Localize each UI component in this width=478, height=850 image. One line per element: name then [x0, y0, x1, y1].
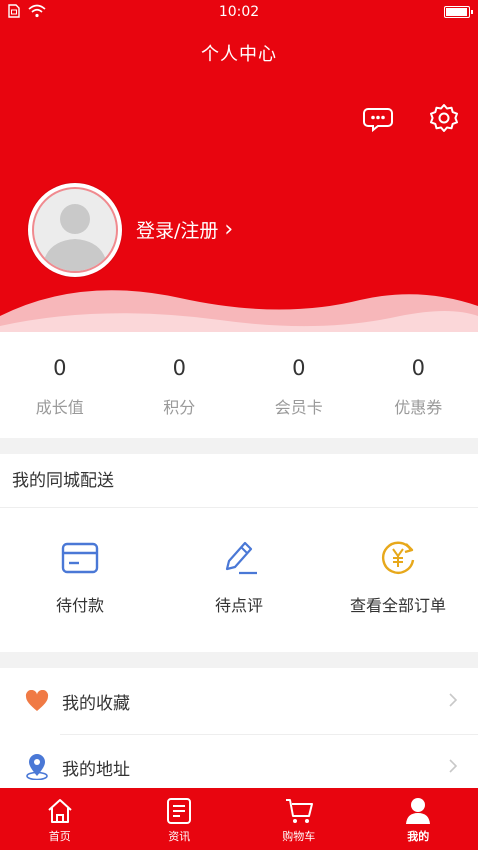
home-icon — [0, 797, 120, 825]
user-icon — [359, 797, 478, 825]
item-label: 待点评 — [214, 596, 263, 615]
stat-member-card[interactable]: 0 会员卡 — [239, 332, 359, 438]
status-time: 10:02 — [218, 4, 260, 20]
menu-list: 我的收藏 我的地址 — [0, 668, 478, 788]
stat-label: 积分 — [163, 398, 196, 417]
menu-item-favorites[interactable]: 我的收藏 — [0, 668, 478, 735]
stat-value: 0 — [172, 356, 186, 380]
stats-panel: 0 成长值 0 积分 0 会员卡 0 优惠券 — [0, 332, 478, 438]
chat-bubble-icon[interactable] — [362, 102, 394, 134]
tab-label: 资讯 — [168, 830, 191, 843]
tab-label: 首页 — [48, 830, 71, 843]
pencil-icon — [160, 538, 318, 578]
delivery-section: 我的同城配送 待付款 待点评 查看全部订单 — [0, 454, 478, 652]
page-title: 个人中心 — [201, 44, 277, 65]
stat-value: 0 — [53, 356, 67, 380]
stat-coupons[interactable]: 0 优惠券 — [359, 332, 478, 438]
chevron-right-icon — [449, 759, 458, 773]
tab-cart[interactable]: 购物车 — [239, 788, 359, 850]
stat-value: 0 — [411, 356, 425, 380]
news-icon — [120, 797, 240, 825]
tab-label: 我的 — [407, 830, 430, 843]
menu-label: 我的地址 — [62, 759, 130, 780]
pending-payment-button[interactable]: 待付款 — [0, 508, 160, 652]
tab-label: 购物车 — [282, 830, 316, 843]
avatar[interactable] — [28, 183, 122, 277]
default-avatar-icon — [32, 187, 118, 273]
header-wave — [0, 290, 478, 332]
card-icon — [0, 538, 160, 578]
tab-home[interactable]: 首页 — [0, 788, 120, 850]
chevron-right-icon: › — [224, 216, 234, 242]
all-orders-button[interactable]: 查看全部订单 — [318, 508, 478, 652]
stat-label: 成长值 — [35, 398, 84, 417]
item-label: 查看全部订单 — [349, 596, 446, 615]
stat-label: 会员卡 — [274, 398, 323, 417]
gear-icon[interactable] — [428, 102, 460, 134]
location-pin-icon — [24, 754, 50, 780]
pending-review-button[interactable]: 待点评 — [160, 508, 318, 652]
menu-label: 我的收藏 — [62, 693, 130, 714]
battery-icon — [444, 6, 473, 18]
heart-icon — [24, 688, 50, 714]
section-title: 我的同城配送 — [0, 454, 478, 508]
stat-points[interactable]: 0 积分 — [120, 332, 240, 438]
login-register-link[interactable]: 登录/注册 › — [136, 216, 233, 243]
stat-growth[interactable]: 0 成长值 — [0, 332, 120, 438]
yen-refresh-icon — [318, 538, 478, 578]
cart-icon — [239, 797, 359, 825]
tab-mine[interactable]: 我的 — [359, 788, 478, 850]
bottom-tab-bar: 首页 资讯 购物车 我的 — [0, 788, 478, 850]
stat-label: 优惠券 — [394, 398, 443, 417]
tab-news[interactable]: 资讯 — [120, 788, 240, 850]
status-bar: 10:02 — [0, 0, 478, 26]
chevron-right-icon — [449, 693, 458, 707]
login-label: 登录/注册 — [136, 220, 219, 242]
item-label: 待付款 — [55, 596, 104, 615]
profile-header: 个人中心 登录/注册 › — [0, 26, 478, 332]
stat-value: 0 — [292, 356, 306, 380]
